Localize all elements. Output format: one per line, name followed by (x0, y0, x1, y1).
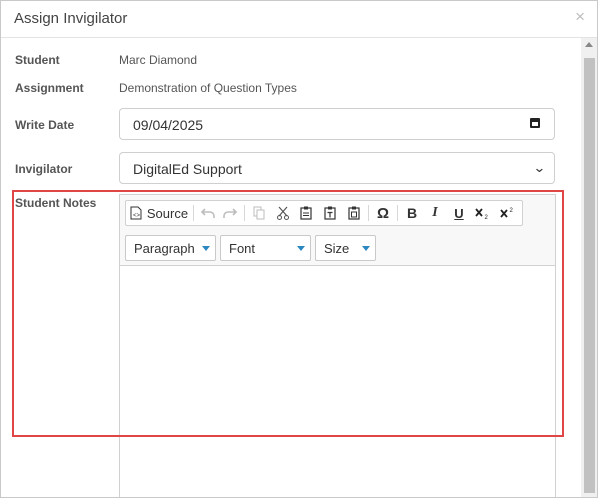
subscript-icon: 2 (475, 208, 489, 220)
dropdown-arrow-icon (202, 246, 210, 251)
size-dropdown[interactable]: Size (315, 235, 376, 261)
scrollbar-thumb[interactable] (584, 58, 595, 493)
close-icon[interactable]: × (575, 7, 585, 27)
editor-toolbar: <> Source Ω B I U 2 2 Paragraph Font Siz… (120, 195, 555, 266)
cut-icon (277, 206, 289, 220)
paragraph-format-label: Paragraph (134, 241, 195, 256)
paste-button[interactable] (296, 201, 316, 225)
invigilator-label: Invigilator (15, 162, 73, 176)
assign-invigilator-dialog: Assign Invigilator × Student Marc Diamon… (0, 0, 598, 498)
svg-text:<>: <> (133, 213, 141, 219)
copy-button[interactable] (249, 201, 269, 225)
assignment-value: Demonstration of Question Types (119, 81, 297, 95)
cut-button[interactable] (273, 201, 293, 225)
bold-button[interactable]: B (402, 201, 422, 225)
toolbar-separator (368, 205, 369, 221)
source-button[interactable]: <> Source (128, 201, 190, 225)
dialog-title: Assign Invigilator (14, 10, 128, 27)
write-date-input[interactable]: 09/04/2025 (119, 108, 555, 140)
undo-button[interactable] (198, 201, 218, 225)
editor-toolbar-group: <> Source Ω B I U 2 2 (125, 200, 523, 226)
undo-icon (201, 208, 215, 218)
subscript-button[interactable]: 2 (473, 201, 493, 225)
dialog-header: Assign Invigilator × (1, 1, 597, 38)
size-label: Size (324, 241, 350, 256)
dropdown-arrow-icon (297, 246, 305, 251)
paste-word-icon (348, 206, 360, 220)
write-date-value: 09/04/2025 (133, 117, 204, 133)
superscript-icon: 2 (500, 208, 514, 218)
paste-word-button[interactable] (344, 201, 364, 225)
copy-icon (253, 206, 265, 220)
redo-button[interactable] (220, 201, 240, 225)
write-date-label: Write Date (15, 118, 75, 132)
notes-text-area[interactable] (120, 266, 555, 497)
paragraph-format-dropdown[interactable]: Paragraph (125, 235, 216, 261)
special-character-button[interactable]: Ω (372, 201, 394, 225)
calendar-icon[interactable] (530, 118, 540, 128)
student-notes-label: Student Notes (15, 196, 97, 210)
svg-text:2: 2 (510, 208, 514, 214)
source-icon: <> (130, 206, 142, 220)
superscript-button[interactable]: 2 (497, 201, 519, 225)
invigilator-select[interactable]: DigitalEd Support ⌄ (119, 152, 555, 184)
assignment-label: Assignment (15, 81, 84, 95)
student-notes-editor: <> Source Ω B I U 2 2 Paragraph Font Siz… (119, 194, 556, 497)
source-label: Source (146, 205, 189, 221)
student-value: Marc Diamond (119, 53, 198, 67)
underline-button[interactable]: U (449, 201, 469, 225)
paste-icon (300, 206, 312, 220)
paste-text-button[interactable] (320, 201, 340, 225)
chevron-down-icon: ⌄ (533, 160, 547, 175)
redo-icon (223, 208, 237, 218)
font-dropdown[interactable]: Font (220, 235, 311, 261)
student-label: Student (15, 53, 60, 67)
svg-text:2: 2 (485, 215, 489, 220)
dropdown-arrow-icon (362, 246, 370, 251)
italic-button[interactable]: I (425, 201, 445, 225)
toolbar-separator (193, 205, 194, 221)
font-label: Font (229, 241, 256, 256)
toolbar-separator (244, 205, 245, 221)
vertical-scrollbar[interactable] (581, 38, 597, 497)
paste-text-icon (324, 206, 336, 220)
scroll-up-arrow-icon[interactable] (585, 42, 593, 47)
dialog-body: Student Marc Diamond Assignment Demonstr… (1, 38, 581, 497)
invigilator-selected-value: DigitalEd Support (133, 161, 242, 177)
toolbar-separator (397, 205, 398, 221)
